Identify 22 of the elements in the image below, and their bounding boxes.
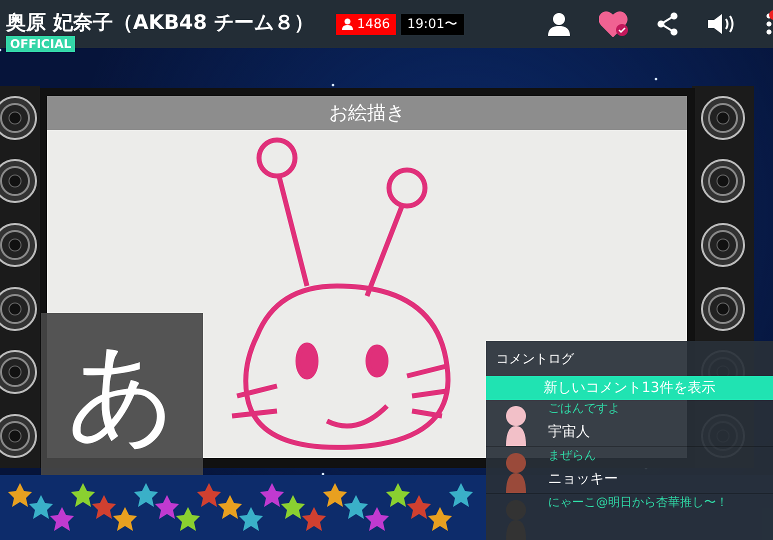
official-badge: OFFICIAL	[6, 36, 76, 52]
speaker-icon	[701, 223, 745, 268]
share-button[interactable]	[657, 12, 679, 36]
comment-log-title: コメントログ	[495, 351, 576, 369]
new-comments-button[interactable]: 新しいコメント13件を表示	[486, 376, 773, 400]
comment-text: 宇宙人	[548, 423, 591, 441]
comment-text: ニョッキー	[548, 470, 618, 488]
input-character: あ	[41, 313, 203, 475]
speaker-icon	[701, 286, 745, 331]
video-title: お絵描き	[47, 96, 687, 130]
speaker-icon	[701, 159, 745, 204]
comment-author: ごはんですよ	[548, 400, 620, 417]
start-time: 19:01〜	[401, 14, 464, 34]
viewer-count: 1486	[336, 14, 396, 34]
speaker-icon	[701, 96, 745, 140]
favorite-button[interactable]	[599, 11, 629, 37]
person-icon	[342, 18, 353, 30]
more-button[interactable]	[765, 12, 773, 36]
profile-button[interactable]	[547, 12, 571, 36]
channel-title: 奥原 妃奈子（AKB48 チーム８）	[6, 8, 314, 36]
comment-author: まぜらん	[548, 447, 597, 464]
comment-author: にゃーこ@明日から杏華推し〜！	[548, 494, 728, 511]
